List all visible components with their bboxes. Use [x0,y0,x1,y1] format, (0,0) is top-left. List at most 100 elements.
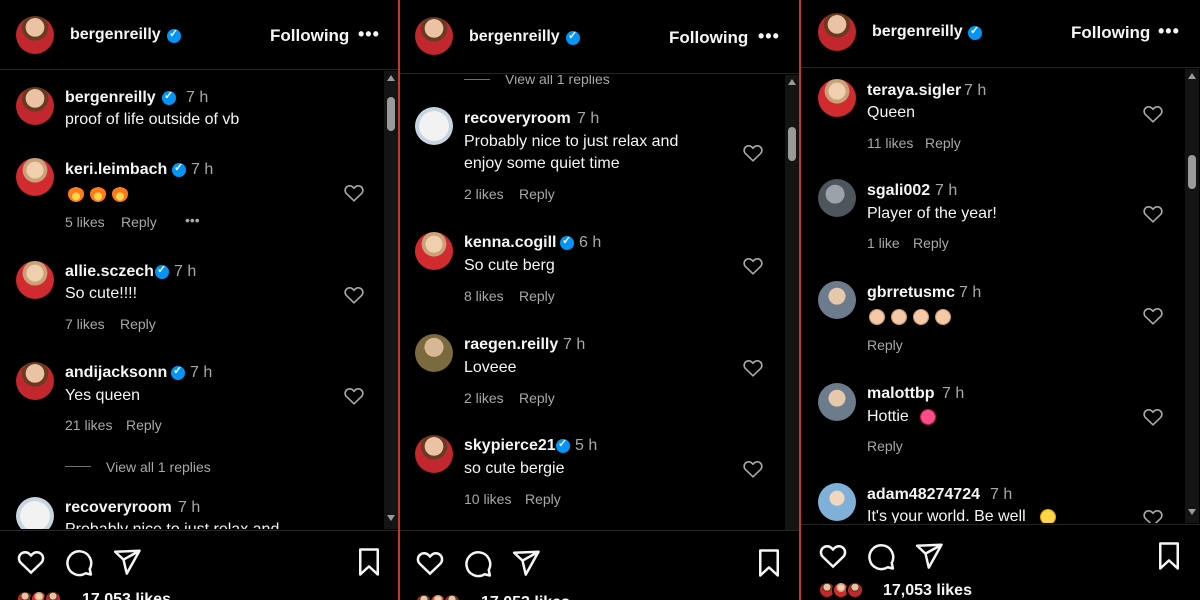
like-count[interactable]: 2 likes [464,390,504,406]
scroll-up-arrow[interactable] [387,75,395,81]
comment-more-icon[interactable]: ••• [185,212,200,228]
bookmark-icon[interactable] [354,547,384,577]
reply-button[interactable]: Reply [126,417,162,433]
comment-username[interactable]: bergenreilly [65,89,156,107]
share-icon[interactable] [112,547,142,577]
reply-button[interactable]: Reply [925,135,961,151]
avatar[interactable] [818,79,856,117]
comment-username[interactable]: allie.sczech [65,263,154,281]
like-count[interactable]: 21 likes [65,417,112,433]
like-count[interactable]: 1 like [867,235,900,251]
comment-username[interactable]: recoveryroom [464,110,571,128]
more-icon[interactable]: ••• [758,26,780,47]
comment-username[interactable]: teraya.sigler [867,82,961,100]
avatar[interactable] [415,232,453,270]
more-icon[interactable]: ••• [358,24,380,45]
scrollbar[interactable] [384,71,398,529]
comment-username[interactable]: sgali002 [867,182,930,200]
comment-username[interactable]: recoveryroom [65,499,172,517]
comment-username[interactable]: andijacksonn [65,364,167,382]
comment-username[interactable]: malottbp [867,385,935,403]
like-count[interactable]: 8 likes [464,288,504,304]
share-icon[interactable] [914,541,944,571]
avatar[interactable] [415,334,453,372]
reply-button[interactable]: Reply [519,288,555,304]
likes-count[interactable]: 17,053 likes [82,591,171,600]
like-count[interactable]: 2 likes [464,186,504,202]
heart-icon[interactable] [16,547,46,577]
like-count[interactable]: 11 likes [867,135,913,151]
heart-icon[interactable] [1142,103,1164,125]
header-username[interactable]: bergenreilly [872,23,963,41]
heart-icon[interactable] [742,255,764,277]
comment-username[interactable]: gbrretusmc [867,284,955,302]
avatar[interactable] [415,107,453,145]
heart-icon[interactable] [343,284,365,306]
heart-icon[interactable] [343,182,365,204]
heart-icon[interactable] [1142,305,1164,327]
like-count[interactable]: 5 likes [65,214,105,230]
scroll-down-arrow[interactable] [1188,509,1196,515]
following-button[interactable]: Following [1071,23,1150,43]
heart-icon[interactable] [818,541,848,571]
scroll-thumb[interactable] [788,127,796,161]
heart-icon[interactable] [415,548,445,578]
likes-count[interactable]: 17,053 likes [481,594,570,600]
bookmark-icon[interactable] [754,548,784,578]
avatar[interactable] [415,435,453,473]
like-count[interactable]: 7 likes [65,316,105,332]
header-username[interactable]: bergenreilly [469,28,560,46]
avatar[interactable] [818,13,856,51]
reply-button[interactable]: Reply [120,316,156,332]
scroll-up-arrow[interactable] [1188,73,1196,79]
view-replies-link[interactable]: View all 1 replies [505,75,610,87]
avatar[interactable] [818,281,856,319]
view-replies-link[interactable]: View all 1 replies [106,459,211,475]
heart-icon[interactable] [343,385,365,407]
avatar[interactable] [818,383,856,421]
avatar[interactable] [16,362,54,400]
scrollbar[interactable] [785,75,799,533]
reply-button[interactable]: Reply [867,337,903,353]
like-count[interactable]: 10 likes [464,491,511,507]
scrollbar[interactable] [1185,69,1199,523]
reply-button[interactable]: Reply [121,214,157,230]
comment-username[interactable]: raegen.reilly [464,336,558,354]
heart-icon[interactable] [742,458,764,480]
heart-icon[interactable] [742,142,764,164]
following-button[interactable]: Following [270,26,349,46]
heart-icon[interactable] [742,357,764,379]
avatar[interactable] [415,17,453,55]
comment-username[interactable]: keri.leimbach [65,161,167,179]
avatar[interactable] [16,16,54,54]
reply-button[interactable]: Reply [519,390,555,406]
comment-username[interactable]: skypierce21 [464,437,556,455]
likes-count[interactable]: 17,053 likes [883,582,972,600]
avatar[interactable] [818,483,856,521]
scroll-down-arrow[interactable] [387,515,395,521]
heart-icon[interactable] [1142,406,1164,428]
avatar[interactable] [818,179,856,217]
comment-username[interactable]: adam48274724 [867,486,980,504]
avatar[interactable] [16,261,54,299]
comment-icon[interactable] [866,541,896,571]
scroll-thumb[interactable] [387,97,395,131]
heart-icon[interactable] [1142,507,1164,523]
comment-icon[interactable] [463,548,493,578]
reply-button[interactable]: Reply [525,491,561,507]
comment-username[interactable]: kenna.cogill [464,234,556,252]
bookmark-icon[interactable] [1154,541,1184,571]
following-button[interactable]: Following [669,28,748,48]
reply-button[interactable]: Reply [519,186,555,202]
avatar[interactable] [16,497,54,529]
header-username[interactable]: bergenreilly [70,26,161,44]
scroll-up-arrow[interactable] [788,79,796,85]
comment-icon[interactable] [64,547,94,577]
scroll-thumb[interactable] [1188,155,1196,189]
heart-icon[interactable] [1142,203,1164,225]
share-icon[interactable] [511,548,541,578]
reply-button[interactable]: Reply [913,235,949,251]
avatar[interactable] [16,87,54,125]
avatar[interactable] [16,158,54,196]
more-icon[interactable]: ••• [1158,21,1180,42]
